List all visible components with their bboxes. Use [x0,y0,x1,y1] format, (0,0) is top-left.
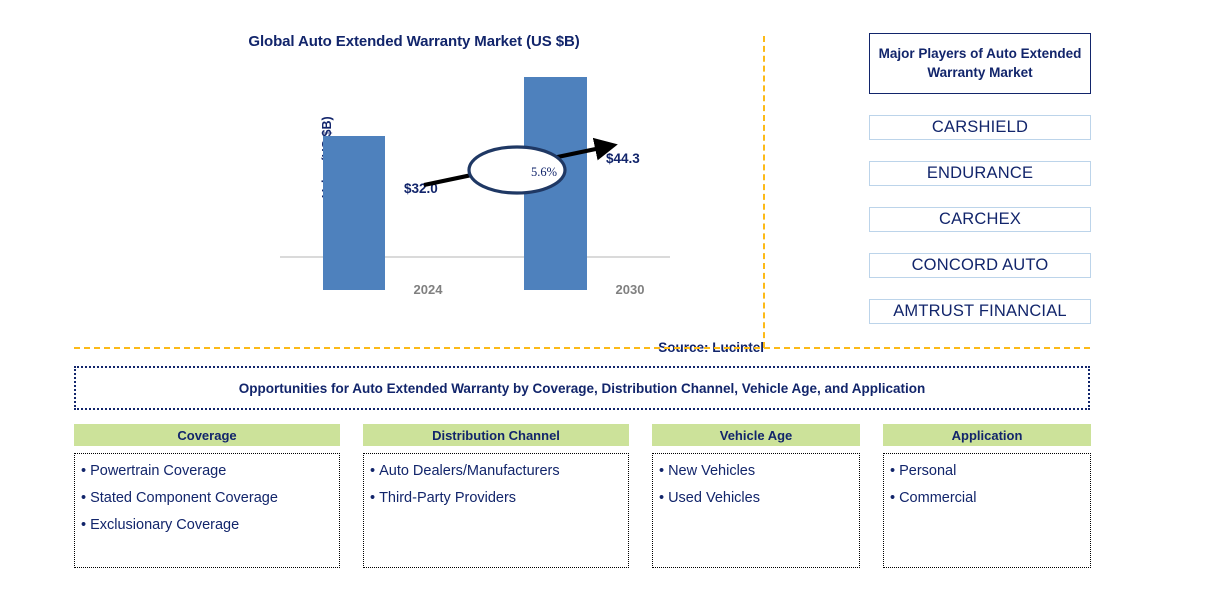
horizontal-divider [74,347,1090,349]
player-item-carchex[interactable]: CARCHEX [869,207,1091,232]
bullet-icon: • [659,489,665,506]
category-column-distribution-channel: Distribution Channel • Auto Dealers/Manuf… [363,424,629,568]
list-item: • Commercial [890,489,1084,507]
list-item: • Stated Component Coverage [81,489,333,507]
list-item: • Used Vehicles [659,489,853,507]
list-item-label: Third-Party Providers [379,489,517,506]
vertical-divider [763,36,765,348]
list-item: • Personal [890,463,1084,480]
category-header-vehicle-age: Vehicle Age [652,424,860,446]
list-item-label: Used Vehicles [668,489,760,506]
cagr-value-label: 5.6% [530,165,558,179]
player-item-concord-auto[interactable]: CONCORD AUTO [869,253,1091,278]
list-item: • Exclusionary Coverage [81,516,333,534]
category-list-coverage: • Powertrain Coverage • Stated Component C… [74,453,340,568]
list-item: • Auto Dealers/Manufacturers [370,463,622,480]
category-header-distribution-channel: Distribution Channel [363,424,629,446]
bullet-icon: • [370,463,376,479]
category-column-coverage: Coverage • Powertrain Coverage • Stated Co… [74,424,340,568]
category-list-distribution-channel: • Auto Dealers/Manufacturers • Third-Party… [363,453,629,568]
major-players-header: Major Players of Auto Extended Warranty … [869,33,1091,94]
list-item-label: Commercial [899,489,977,506]
player-item-amtrust-financial[interactable]: AMTRUST FINANCIAL [869,299,1091,324]
list-item-label: Auto Dealers/Manufacturers [379,463,560,479]
list-item-label: Powertrain Coverage [90,463,227,479]
opportunity-categories: Coverage • Powertrain Coverage • Stated Co… [74,424,1091,568]
x-tick-label-2030: 2030 [615,282,645,297]
bullet-icon: • [890,463,896,479]
chart-title: Global Auto Extended Warranty Market (US… [248,33,580,50]
category-header-coverage: Coverage [74,424,340,446]
list-item-label: Personal [899,463,957,479]
category-list-application: • Personal • Commercial [883,453,1091,568]
list-item-label: Exclusionary Coverage [90,516,240,533]
player-item-endurance[interactable]: ENDURANCE [869,161,1091,186]
bar-2024 [323,136,385,290]
bullet-icon: • [81,516,87,533]
list-item-label: Stated Component Coverage [90,489,278,506]
list-item: • Third-Party Providers [370,489,622,507]
opportunities-banner: Opportunities for Auto Extended Warranty… [74,366,1090,410]
category-column-vehicle-age: Vehicle Age • New Vehicles • Used Vehicles [652,424,860,568]
category-header-application: Application [883,424,1091,446]
bullet-icon: • [370,489,376,506]
player-item-carshield[interactable]: CARSHIELD [869,115,1091,140]
category-list-vehicle-age: • New Vehicles • Used Vehicles [652,453,860,568]
list-item: • New Vehicles [659,463,853,480]
list-item: • Powertrain Coverage [81,463,333,480]
major-players-panel: Major Players of Auto Extended Warranty … [869,33,1091,324]
x-tick-label-2024: 2024 [413,282,443,297]
market-chart-panel: Global Auto Extended Warranty Market (US… [74,20,764,355]
bullet-icon: • [81,489,87,506]
category-column-application: Application • Personal • Commercial [883,424,1091,568]
list-item-label: New Vehicles [668,463,756,479]
bullet-icon: • [890,489,896,506]
infographic-root: Global Auto Extended Warranty Market (US… [0,0,1217,603]
bullet-icon: • [81,463,87,479]
bullet-icon: • [659,463,665,479]
